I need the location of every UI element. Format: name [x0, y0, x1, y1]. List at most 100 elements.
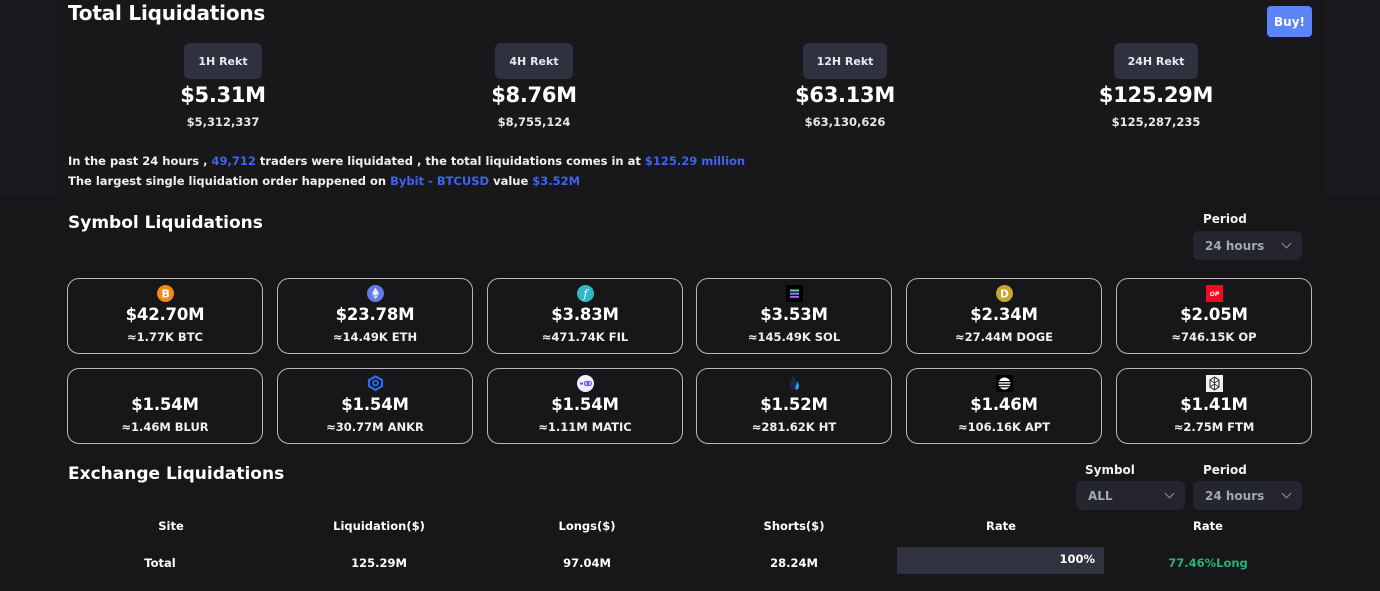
dogecoin-icon: D	[995, 285, 1013, 302]
summary-line-traders: In the past 24 hours , 49,712 traders we…	[68, 154, 745, 168]
traders-count: 49,712	[211, 154, 256, 168]
card-amount: ≈14.49K ETH	[332, 330, 418, 344]
largest-order-value: $3.52M	[532, 174, 581, 188]
buy-button[interactable]: Buy!	[1267, 6, 1312, 37]
symbol-liquidations-title: Symbol Liquidations	[68, 213, 263, 233]
svg-text:OP: OP	[1209, 291, 1219, 298]
page-margin-left	[0, 0, 55, 196]
fantom-icon	[1205, 375, 1223, 392]
exchange-period-label: Period	[1203, 463, 1247, 477]
card-amount: ≈1.46M BLUR	[121, 420, 209, 434]
rekt-period-badge: 1H Rekt	[184, 43, 262, 79]
summary-text: In the past 24 hours ,	[68, 154, 208, 168]
filecoin-icon: f	[576, 285, 594, 302]
rekt-24h: 24H Rekt $125.29M $125,287,235	[1056, 43, 1256, 129]
polygon-icon	[576, 375, 594, 392]
symbol-card-apt[interactable]: $1.46M ≈106.16K APT	[906, 368, 1102, 444]
cell-site: Total	[144, 556, 176, 570]
cell-long-rate: 77.46%Long	[1168, 556, 1248, 570]
select-value: ALL	[1088, 488, 1113, 503]
card-value: $2.05M	[1180, 305, 1248, 324]
card-amount: ≈27.44M DOGE	[954, 330, 1054, 344]
bitcoin-icon: B	[156, 285, 174, 302]
symbol-card-ankr[interactable]: $1.54M ≈30.77M ANKR	[277, 368, 473, 444]
rekt-4h: 4H Rekt $8.76M $8,755,124	[434, 43, 634, 129]
card-value: $1.52M	[760, 395, 828, 414]
summary-text: The largest single liquidation order hap…	[68, 174, 387, 188]
largest-order-exchange[interactable]: Bybit - BTCUSD	[390, 174, 489, 188]
card-amount: ≈145.49K SOL	[747, 330, 841, 344]
total-liquidations-title: Total Liquidations	[68, 1, 266, 25]
blur-icon	[157, 375, 174, 392]
total-liquidation-amount: $125.29 million	[644, 154, 746, 168]
summary-text: traders were liquidated , the total liqu…	[259, 154, 641, 168]
svg-text:D: D	[1000, 288, 1009, 300]
symbol-card-sol[interactable]: $3.53M ≈145.49K SOL	[696, 278, 892, 354]
chevron-down-icon	[1281, 238, 1292, 249]
card-value: $3.83M	[551, 305, 619, 324]
column-header-rate: Rate	[986, 519, 1016, 533]
rekt-period-badge: 24H Rekt	[1113, 43, 1199, 79]
symbol-card-blur[interactable]: $1.54M ≈1.46M BLUR	[67, 368, 263, 444]
card-amount: ≈746.15K OP	[1171, 330, 1257, 344]
card-value: $1.41M	[1180, 395, 1248, 414]
chevron-down-icon	[1281, 488, 1292, 499]
exchange-period-select[interactable]: 24 hours	[1193, 481, 1302, 510]
rate-bar: 100%	[897, 547, 1104, 574]
summary-line-largest: The largest single liquidation order hap…	[68, 174, 580, 188]
select-value: 24 hours	[1205, 238, 1265, 253]
symbol-period-select[interactable]: 24 hours	[1193, 231, 1302, 260]
symbol-card-op[interactable]: OP $2.05M ≈746.15K OP	[1116, 278, 1312, 354]
aptos-icon	[995, 375, 1013, 392]
column-header-liquidation: Liquidation($)	[333, 519, 425, 533]
ethereum-icon	[366, 285, 384, 302]
card-value: $3.53M	[760, 305, 828, 324]
symbol-card-eth[interactable]: $23.78M ≈14.49K ETH	[277, 278, 473, 354]
rekt-period-badge: 12H Rekt	[802, 43, 888, 79]
column-header-longs: Longs($)	[558, 519, 616, 533]
exchange-symbol-select[interactable]: ALL	[1076, 481, 1185, 510]
column-header-site: Site	[158, 519, 184, 533]
symbol-period-label: Period	[1203, 212, 1247, 226]
card-value: $23.78M	[335, 305, 415, 324]
rekt-short-value: $125.29M	[1098, 83, 1214, 107]
card-amount: ≈1.77K BTC	[127, 330, 203, 344]
symbol-card-ftm[interactable]: $1.41M ≈2.75M FTM	[1116, 368, 1312, 444]
card-value: $1.54M	[551, 395, 619, 414]
card-value: $1.46M	[970, 395, 1038, 414]
symbol-card-btc[interactable]: B $42.70M ≈1.77K BTC	[67, 278, 263, 354]
card-amount: ≈471.74K FIL	[541, 330, 629, 344]
rekt-short-value: $63.13M	[795, 83, 895, 107]
svg-text:B: B	[161, 287, 169, 300]
exchange-symbol-label: Symbol	[1085, 463, 1135, 477]
symbol-card-ht[interactable]: $1.52M ≈281.62K HT	[696, 368, 892, 444]
exchange-liquidations-title: Exchange Liquidations	[68, 464, 285, 484]
card-value: $1.54M	[131, 395, 199, 414]
rekt-1h: 1H Rekt $5.31M $5,312,337	[123, 43, 323, 129]
select-value: 24 hours	[1205, 488, 1265, 503]
symbol-card-fil[interactable]: f $3.83M ≈471.74K FIL	[487, 278, 683, 354]
card-amount: ≈281.62K HT	[751, 420, 837, 434]
chevron-down-icon	[1164, 488, 1175, 499]
card-amount: ≈2.75M FTM	[1173, 420, 1255, 434]
rekt-12h: 12H Rekt $63.13M $63,130,626	[745, 43, 945, 129]
summary-text: value	[493, 174, 529, 188]
rekt-full-value: $5,312,337	[186, 115, 260, 129]
cell-shorts: 28.24M	[770, 556, 818, 570]
page-margin-right	[1326, 0, 1380, 196]
card-amount: ≈106.16K APT	[957, 420, 1051, 434]
solana-icon	[785, 285, 803, 302]
rekt-period-badge: 4H Rekt	[495, 43, 573, 79]
symbol-card-doge[interactable]: D $2.34M ≈27.44M DOGE	[906, 278, 1102, 354]
column-header-shorts: Shorts($)	[763, 519, 825, 533]
column-header-long-rate: Rate	[1193, 519, 1223, 533]
optimism-icon: OP	[1205, 285, 1223, 302]
card-amount: ≈1.11M MATIC	[538, 420, 632, 434]
rekt-full-value: $8,755,124	[497, 115, 571, 129]
card-value: $2.34M	[970, 305, 1038, 324]
cell-longs: 97.04M	[563, 556, 611, 570]
rekt-short-value: $5.31M	[180, 83, 266, 107]
card-value: $42.70M	[125, 305, 205, 324]
symbol-card-matic[interactable]: $1.54M ≈1.11M MATIC	[487, 368, 683, 444]
card-amount: ≈30.77M ANKR	[326, 420, 424, 434]
